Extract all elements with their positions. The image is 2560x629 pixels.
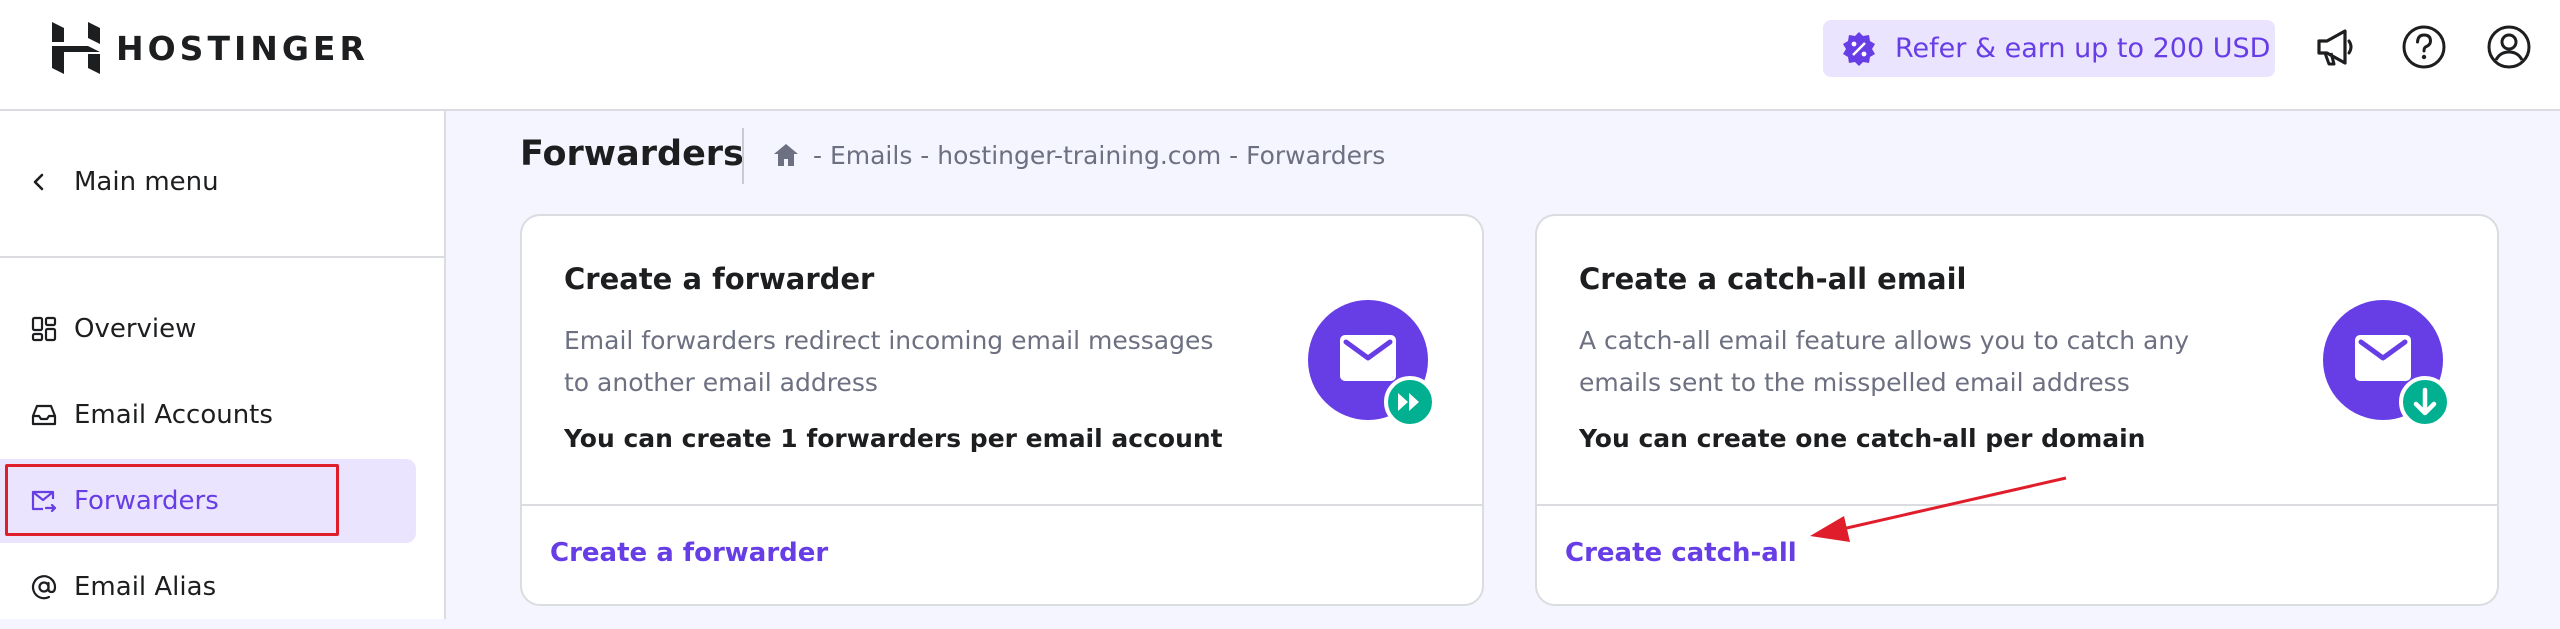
mail-forward-illustration-icon xyxy=(1308,300,1436,428)
refer-label: Refer & earn up to 200 USD xyxy=(1895,33,2271,64)
card-divider xyxy=(522,504,1482,506)
card-title: Create a forwarder xyxy=(564,262,875,296)
sidebar-item-label: Email Accounts xyxy=(74,400,273,430)
discount-badge-icon xyxy=(1843,31,1875,66)
logo-text: HOSTINGER xyxy=(116,28,369,68)
sidebar-divider xyxy=(0,256,444,258)
refer-earn-button[interactable]: Refer & earn up to 200 USD xyxy=(1823,20,2275,77)
breadcrumb: - Emails - hostinger-training.com - Forw… xyxy=(771,140,1385,170)
card-note: You can create 1 forwarders per email ac… xyxy=(564,424,1223,453)
card-title: Create a catch-all email xyxy=(1579,262,1967,296)
card-divider xyxy=(1537,504,2497,506)
hostinger-logo-icon xyxy=(52,22,100,74)
sidebar-item-label: Overview xyxy=(74,314,197,344)
sidebar-item-email-accounts[interactable]: Email Accounts xyxy=(0,373,416,457)
top-bar: HOSTINGER Refer & earn up to 200 USD xyxy=(0,0,2560,111)
card-note: You can create one catch-all per domain xyxy=(1579,424,2146,453)
megaphone-icon[interactable] xyxy=(2313,24,2359,70)
main-menu-button[interactable]: Main menu xyxy=(30,160,219,204)
home-icon[interactable] xyxy=(771,140,801,170)
sidebar-item-label: Email Alias xyxy=(74,572,217,602)
create-catch-all-card: Create a catch-all email A catch-all ema… xyxy=(1535,214,2499,606)
overview-icon xyxy=(31,316,57,342)
inbox-icon xyxy=(31,404,57,426)
breadcrumb-path: - Emails - hostinger-training.com - Forw… xyxy=(813,140,1386,170)
create-catch-all-link[interactable]: Create catch-all xyxy=(1565,538,1797,568)
hostinger-logo[interactable]: HOSTINGER xyxy=(52,22,369,74)
main-menu-label: Main menu xyxy=(74,167,219,197)
create-forwarder-link[interactable]: Create a forwarder xyxy=(550,538,828,568)
card-description: A catch-all email feature allows you to … xyxy=(1579,326,2189,397)
title-divider xyxy=(742,128,744,184)
page-title: Forwarders xyxy=(520,134,744,174)
card-description: Email forwarders redirect incoming email… xyxy=(564,326,1214,397)
create-forwarder-card: Create a forwarder Email forwarders redi… xyxy=(520,214,1484,606)
sidebar: Main menu Overview Email Accounts Forwar… xyxy=(0,111,446,619)
at-icon xyxy=(31,575,57,600)
mail-download-illustration-icon xyxy=(2323,300,2451,428)
sidebar-item-overview[interactable]: Overview xyxy=(0,287,416,371)
account-icon[interactable] xyxy=(2486,24,2532,70)
help-icon[interactable] xyxy=(2401,24,2447,70)
chevron-left-icon xyxy=(33,173,44,191)
annotation-highlight-box xyxy=(5,464,339,536)
sidebar-item-email-alias[interactable]: Email Alias xyxy=(0,545,416,629)
